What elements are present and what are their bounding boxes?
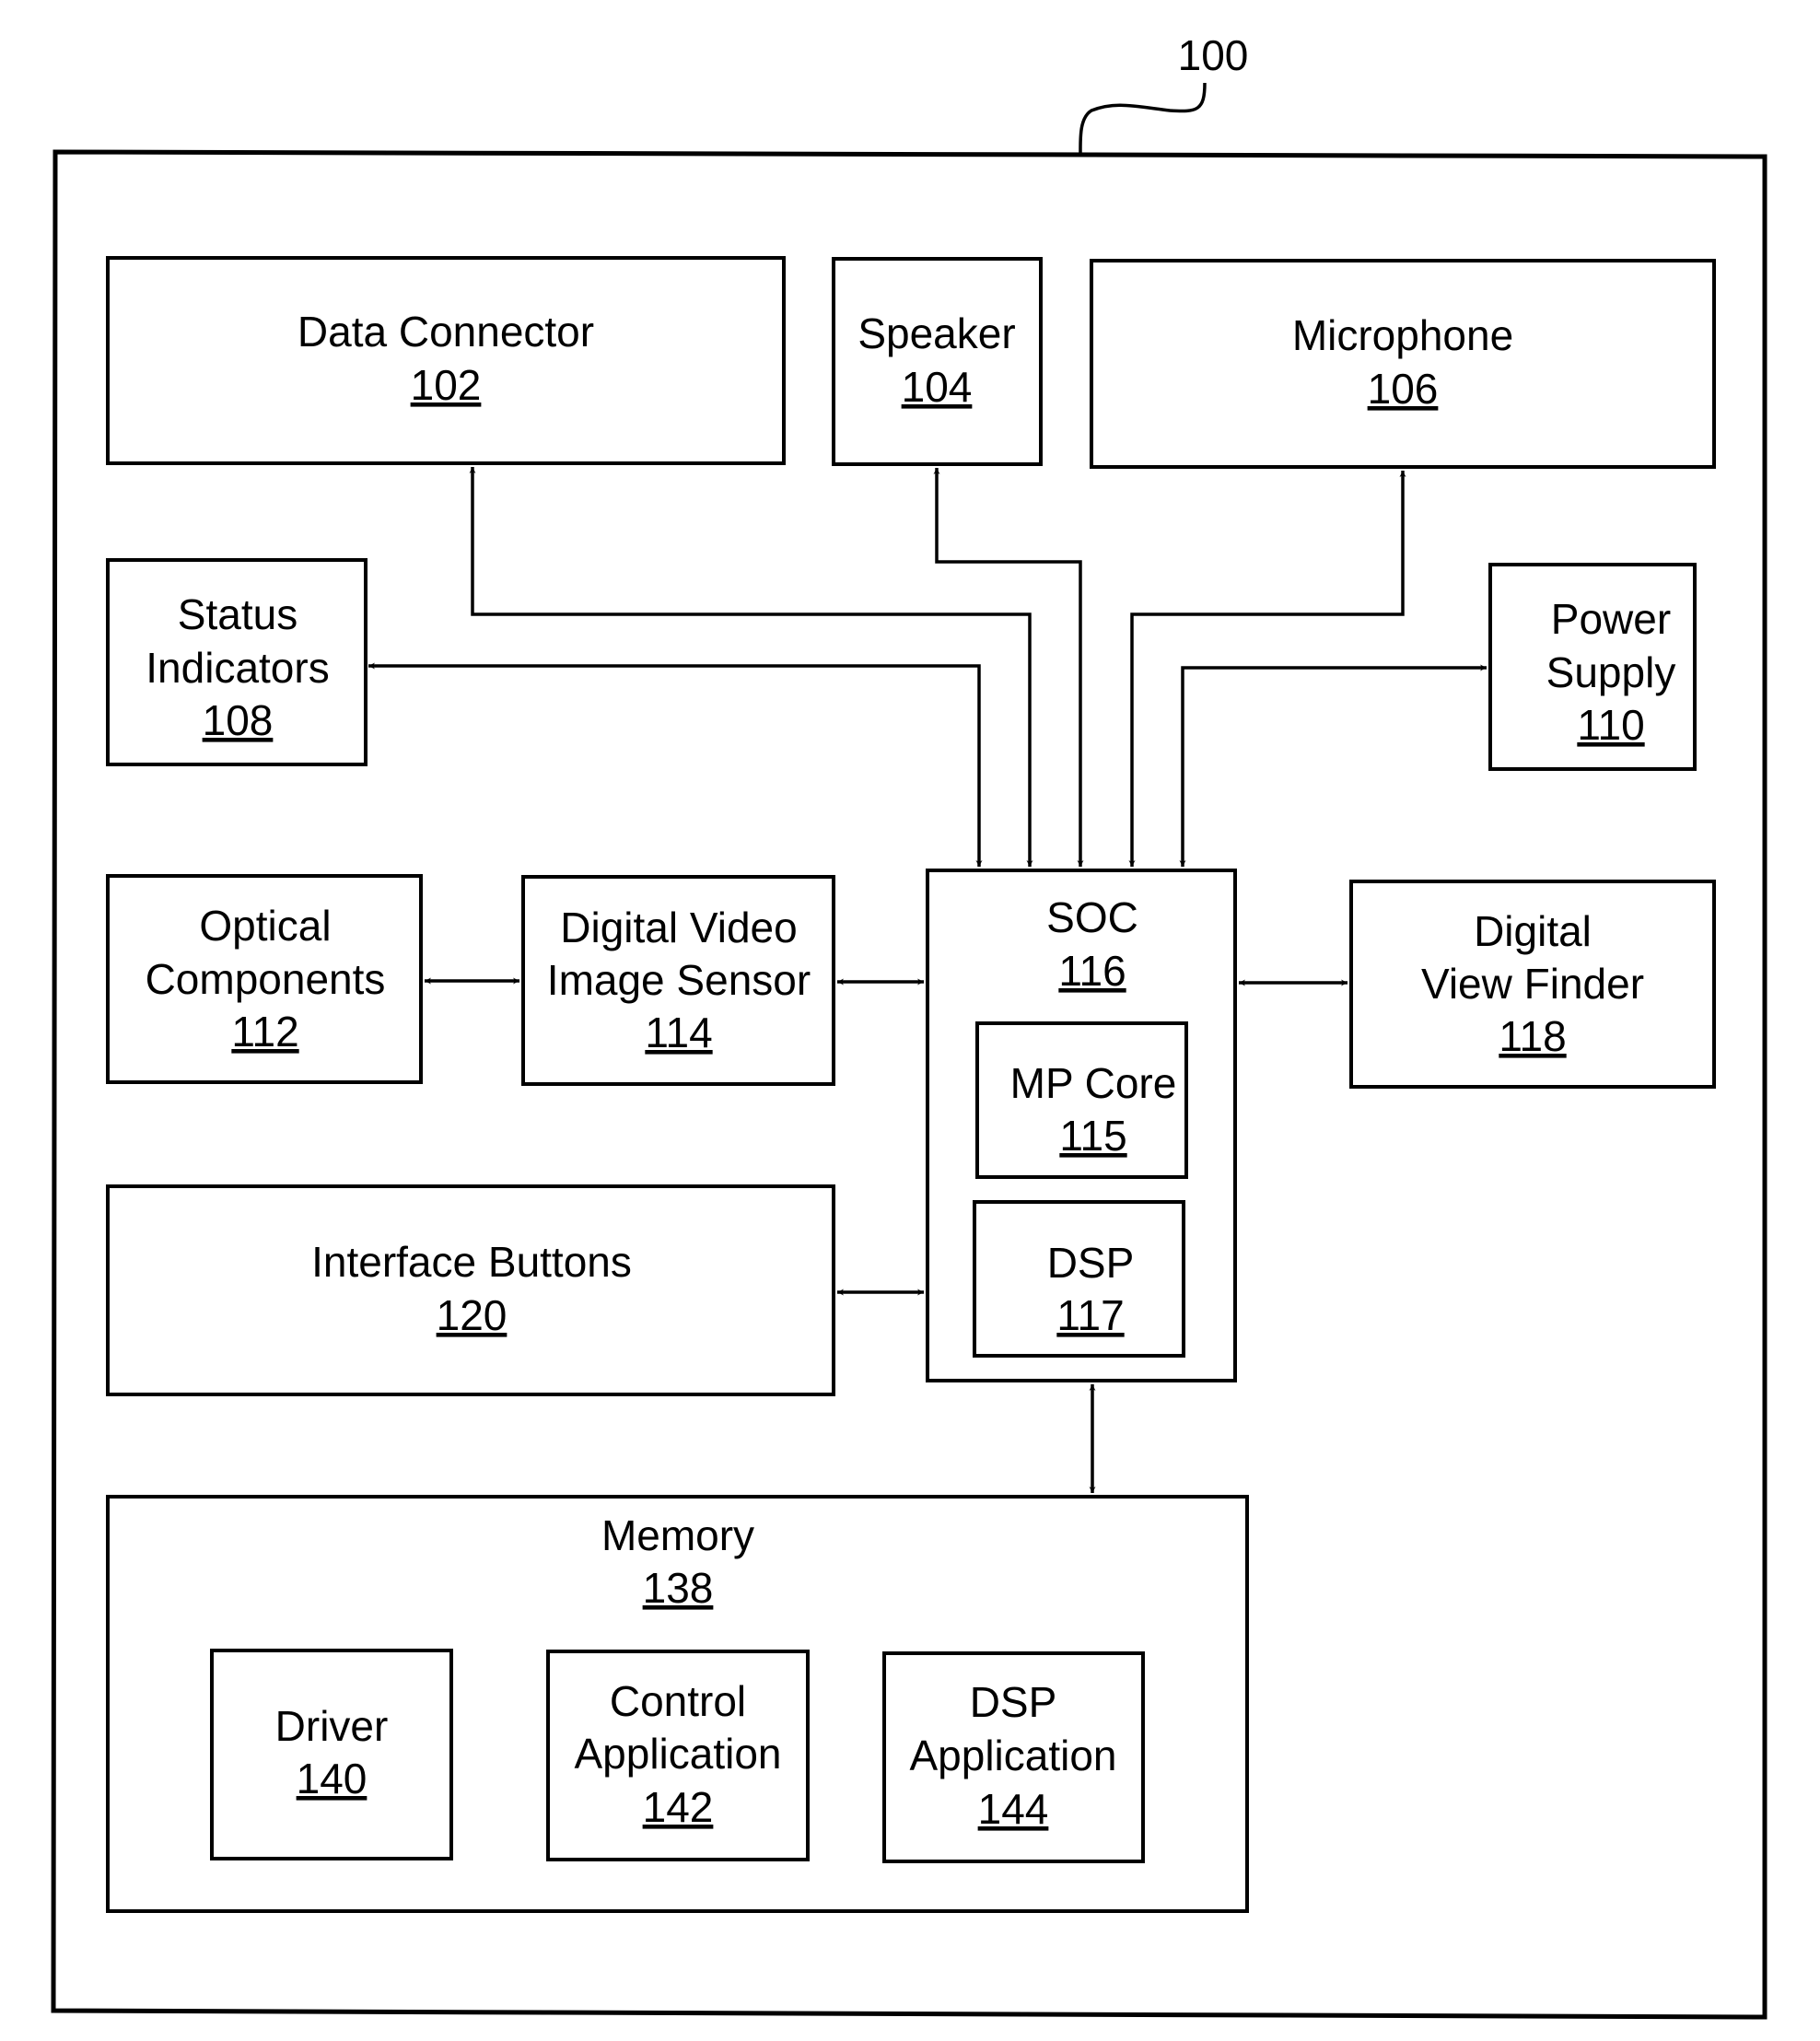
connector-soc-power-supply [1179,664,1487,867]
data-connector-number: 102 [411,361,482,409]
power-supply-label-line1: Power [1551,595,1671,643]
view-finder-number: 118 [1499,1012,1566,1060]
data-connector-label: Data Connector [298,308,594,356]
speaker-block: Speaker 104 [832,257,1043,466]
power-supply-block: Power Supply 110 [1488,563,1697,771]
connector-soc-status-indicators [368,662,983,867]
control-application-label-line2: Application [574,1730,781,1778]
driver-number: 140 [297,1755,368,1802]
soc-label: SOC [1046,893,1138,941]
optical-components-block: Optical Components 112 [106,874,423,1084]
image-sensor-number: 114 [645,1009,712,1056]
figure-reference-number: 100 [1178,31,1249,79]
view-finder-block: Digital View Finder 118 [1349,880,1716,1089]
dsp-number: 117 [1056,1291,1124,1339]
mp-core-block: MP Core 115 [975,1021,1188,1179]
image-sensor-label-line1: Digital Video [560,904,797,951]
microphone-label: Microphone [1292,311,1513,359]
mp-core-label: MP Core [1010,1059,1177,1107]
control-application-number: 142 [643,1783,714,1831]
svg-text:Data Connector: Data Connector [298,308,594,356]
memory-number: 138 [643,1564,714,1612]
dsp-application-block: DSP Application 144 [882,1651,1145,1863]
dsp-block: DSP 117 [973,1200,1185,1358]
status-indicators-label-line1: Status [178,590,298,638]
dsp-application-label-line2: Application [909,1732,1116,1779]
power-supply-label-line2: Supply [1546,648,1676,696]
control-application-block: Control Application 142 [546,1650,810,1861]
status-indicators-label-line2: Indicators [146,644,329,692]
optical-components-label-line2: Components [146,955,386,1003]
status-indicators-block: Status Indicators 108 [106,558,368,766]
image-sensor-label-line2: Image Sensor [547,956,811,1004]
control-application-label-line1: Control [610,1677,746,1725]
interface-buttons-label: Interface Buttons [311,1238,632,1286]
image-sensor-block: Digital Video Image Sensor 114 [521,875,835,1086]
memory-label: Memory [601,1511,754,1559]
dsp-label: DSP [1047,1239,1135,1287]
interface-buttons-block: Interface Buttons 120 [106,1184,835,1396]
microphone-number: 106 [1368,365,1439,413]
mp-core-number: 115 [1059,1112,1126,1160]
driver-label: Driver [275,1702,389,1750]
data-connector-block: Data Connector 102 [106,256,786,465]
dsp-application-label-line1: DSP [970,1678,1057,1726]
optical-components-number: 112 [231,1008,298,1055]
speaker-number: 104 [902,363,973,411]
reference-leader-line [1079,82,1207,155]
view-finder-label-line1: Digital [1474,907,1592,955]
view-finder-label-line2: View Finder [1421,960,1644,1008]
optical-components-label-line1: Optical [199,902,331,950]
speaker-label: Speaker [858,309,1015,357]
interface-buttons-number: 120 [437,1291,508,1339]
dsp-application-number: 144 [978,1785,1049,1833]
driver-block: Driver 140 [210,1649,453,1860]
microphone-block: Microphone 106 [1090,259,1716,469]
status-indicators-number: 108 [203,696,274,744]
block-diagram: 100 Data Connector 102 Speaker 104 Micro… [51,31,1768,2020]
power-supply-number: 110 [1577,701,1644,749]
soc-number: 116 [1058,947,1126,995]
